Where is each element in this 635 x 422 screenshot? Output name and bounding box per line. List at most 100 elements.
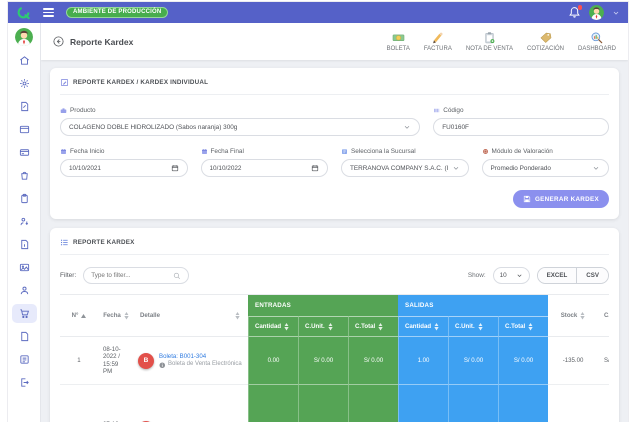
sort-icon [235, 312, 240, 320]
cell-stock: -135.00 [548, 337, 598, 385]
dashboard-button[interactable]: DASHBOARD [578, 31, 616, 52]
sidebar-item-settings[interactable] [12, 72, 37, 95]
cell-salida-ctotal: S/ 0.00 [498, 337, 548, 385]
cell-salida-cunit: S/ 0.00 [448, 337, 498, 385]
column-header-fecha[interactable]: Fecha [98, 295, 134, 337]
page-header: Reporte Kardex BOLETA FACTURA NOTA DE VE… [41, 23, 628, 60]
column-header-num[interactable]: N° [60, 295, 98, 337]
page-size-select[interactable]: 10 [493, 267, 530, 284]
main-area: Reporte Kardex BOLETA FACTURA NOTA DE VE… [41, 23, 628, 422]
kardex-table: N° Fecha [60, 295, 609, 422]
generar-kardex-button[interactable]: GENERAR KARDEX [513, 190, 609, 208]
search-icon [173, 272, 181, 280]
calendar-icon [201, 148, 208, 155]
money-receipt-icon [392, 31, 405, 44]
user-icon [19, 285, 30, 296]
info-icon [159, 362, 166, 369]
subheader-entradas-ctotal[interactable]: C.Total [348, 316, 398, 337]
column-header-cprom[interactable]: C.P [598, 295, 609, 337]
barcode-icon [433, 107, 440, 114]
document-link[interactable]: Boleta: B001-304 [159, 353, 242, 360]
subheader-salidas-cantidad[interactable]: Cantidad [398, 316, 448, 337]
sort-icon [124, 312, 129, 320]
sidebar-item-home[interactable] [12, 49, 37, 72]
logo-icon[interactable] [16, 5, 31, 20]
kardex-table-wrap: N° Fecha [60, 294, 609, 422]
producto-label: Producto [60, 107, 420, 114]
user-avatar[interactable] [589, 5, 604, 20]
environment-badge: AMBIENTE DE PRODUCCIÓN [66, 7, 168, 18]
edit-pencil-icon [60, 78, 69, 87]
sidebar-item-panel[interactable] [12, 118, 37, 141]
boleta-button[interactable]: BOLETA [387, 31, 410, 52]
chevron-down-icon [452, 164, 460, 172]
factura-button[interactable]: FACTURA [424, 31, 452, 52]
chevron-down-icon [516, 272, 523, 279]
bell-icon[interactable] [568, 6, 581, 19]
group-header-salidas: SALIDAS [398, 295, 548, 316]
cell-entrada-cunit [298, 385, 348, 422]
cell-cprom: S/ 0.00 [598, 337, 609, 385]
sucursal-label: Selecciona la Sucursal [341, 148, 469, 155]
cell-detalle: N Nota de Venta: 386 [134, 385, 248, 422]
sucursal-select[interactable]: TERRANOVA COMPANY S.A.C. (ID: 3... [341, 159, 469, 177]
cell-entrada-ctotal: S/ 0.00 [348, 337, 398, 385]
codigo-input[interactable] [442, 124, 600, 131]
modulo-valoracion-label: Módulo de Valoración [482, 148, 610, 155]
column-header-stock[interactable]: Stock [548, 295, 598, 337]
save-disk-icon [523, 195, 531, 203]
sidebar-item-reports[interactable] [12, 348, 37, 371]
sidebar-item-payments[interactable] [12, 141, 37, 164]
datepicker-icon[interactable] [171, 164, 179, 172]
sidebar-item-document-info[interactable] [12, 233, 37, 256]
cell-salida-cunit [448, 385, 498, 422]
file-icon [19, 331, 30, 342]
datepicker-icon[interactable] [311, 164, 319, 172]
hamburger-menu-icon[interactable] [43, 8, 54, 17]
briefcase-icon [60, 107, 67, 114]
csv-button[interactable]: CSV [576, 268, 608, 283]
sidebar-item-clipboard[interactable] [12, 187, 37, 210]
shopping-bag-icon [19, 170, 30, 181]
subheader-entradas-cantidad[interactable]: Cantidad [248, 316, 298, 337]
subheader-entradas-cunit[interactable]: C.Unit. [298, 316, 348, 337]
filter-input[interactable] [91, 272, 169, 279]
sidebar-item-gallery[interactable] [12, 256, 37, 279]
sidebar-item-document-edit[interactable] [12, 95, 37, 118]
subheader-salidas-ctotal[interactable]: C.Total [498, 316, 548, 337]
cell-entrada-ctotal [348, 385, 398, 422]
subheader-salidas-cunit[interactable]: C.Unit. [448, 316, 498, 337]
kardex-report-card: REPORTE KARDEX Filter: Show: 10 [50, 228, 619, 422]
modulo-valoracion-select[interactable]: Promedio Ponderado [482, 159, 610, 177]
sidebar-item-user-download[interactable] [12, 210, 37, 233]
sidebar-item-file[interactable] [12, 325, 37, 348]
panel-icon [19, 124, 30, 135]
chevron-down-icon [403, 123, 411, 131]
excel-button[interactable]: EXCEL [538, 268, 577, 283]
cell-salida-cantidad: 1.00 [398, 337, 448, 385]
cell-fecha: 08-10-2022 / 15:59 PM [98, 337, 134, 385]
sidebar-avatar[interactable] [15, 28, 33, 46]
document-type-badge[interactable]: B [138, 353, 154, 369]
chevron-down-icon[interactable] [612, 9, 620, 17]
document-subtype: Boleta de Venta Electrónica [159, 361, 242, 368]
nota-de-venta-button[interactable]: NOTA DE VENTA [466, 31, 513, 52]
report-list-icon [19, 354, 30, 365]
producto-select[interactable]: COLAGENO DOBLE HIDROLIZADO (Sabos naranj… [60, 118, 420, 136]
fecha-final-input[interactable] [210, 165, 308, 172]
sidebar-item-logout[interactable] [12, 371, 37, 394]
fecha-inicio-input[interactable] [69, 165, 167, 172]
cell-stock [548, 385, 598, 422]
form-card-title: REPORTE KARDEX / KARDEX INDIVIDUAL [73, 79, 208, 86]
kardex-form-card: REPORTE KARDEX / KARDEX INDIVIDUAL Produ… [50, 68, 619, 219]
notification-dot [578, 5, 583, 10]
calendar-icon [60, 148, 67, 155]
sidebar-item-shop[interactable] [12, 164, 37, 187]
sidebar-nav [8, 23, 41, 422]
sidebar-item-sales-cart[interactable] [12, 304, 37, 323]
cotizacion-button[interactable]: COTIZACIÓN [527, 31, 564, 52]
sidebar-item-user[interactable] [12, 279, 37, 302]
filter-field [83, 267, 189, 284]
back-button[interactable] [53, 36, 64, 47]
column-header-detalle[interactable]: Detalle [134, 295, 248, 337]
